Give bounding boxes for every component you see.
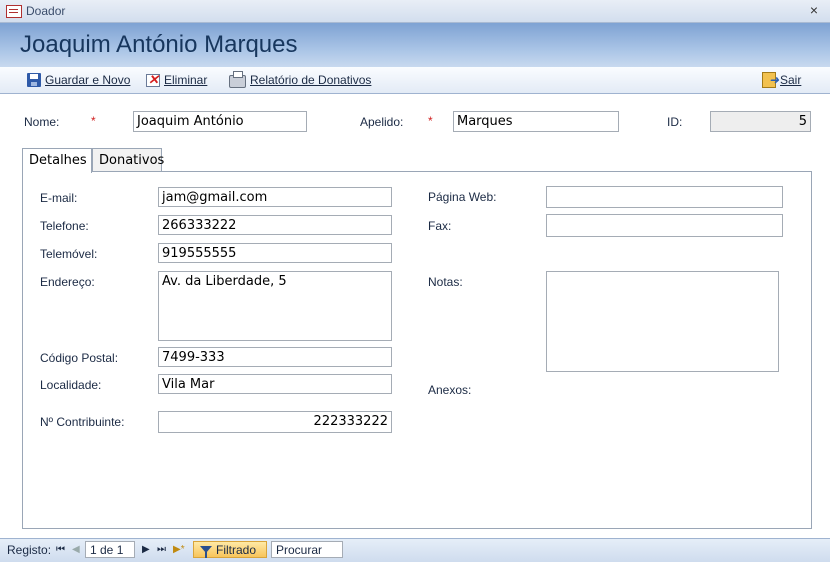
anexos-label: Anexos: <box>428 383 472 397</box>
previous-record-icon[interactable]: ◀ <box>72 544 80 555</box>
codigo-postal-field[interactable]: 7499-333 <box>158 347 392 367</box>
apelido-field[interactable]: Marques <box>453 111 619 132</box>
new-record-icon[interactable]: ▶* <box>173 544 185 555</box>
window-title-bar: Doador × <box>0 0 830 23</box>
window-title: Doador <box>26 4 66 18</box>
delete-icon <box>146 72 160 88</box>
pagina-web-field[interactable] <box>546 186 783 208</box>
id-label: ID: <box>667 115 683 129</box>
telefone-label: Telefone: <box>40 219 89 233</box>
localidade-field[interactable]: Vila Mar <box>158 374 392 394</box>
filter-toggle-button[interactable]: Filtrado <box>193 541 267 558</box>
endereco-label: Endereço: <box>40 275 95 289</box>
required-mark: * <box>91 114 96 128</box>
close-icon[interactable]: × <box>810 2 818 18</box>
telemovel-label: Telemóvel: <box>40 247 98 261</box>
email-label: E-mail: <box>40 191 78 205</box>
toolbar: Guardar e Novo Eliminar Relatório de Don… <box>0 67 830 94</box>
record-position-field[interactable]: 1 de 1 <box>85 541 135 558</box>
nome-label: Nome: <box>24 115 60 129</box>
email-field[interactable]: jam@gmail.com <box>158 187 392 207</box>
page-title: Joaquim António Marques <box>20 31 298 58</box>
last-record-icon[interactable]: ⏭ <box>157 544 166 555</box>
notas-label: Notas: <box>428 275 463 289</box>
nome-field[interactable]: Joaquim António <box>133 111 307 132</box>
exit-button[interactable]: Sair <box>762 71 801 89</box>
codigo-postal-label: Código Postal: <box>40 351 119 365</box>
filter-icon <box>200 546 212 558</box>
next-record-icon[interactable]: ▶ <box>142 544 150 555</box>
record-navigation-bar: Registo: ⏮ ◀ 1 de 1 ▶ ⏭ ▶* Filtrado Proc… <box>0 538 830 562</box>
pagina-web-label: Página Web: <box>428 190 497 204</box>
id-field: 5 <box>710 111 811 132</box>
print-icon <box>229 71 246 88</box>
report-button[interactable]: Relatório de Donativos <box>229 71 371 89</box>
tab-detalhes[interactable]: Detalhes <box>22 148 92 173</box>
telemovel-field[interactable]: 919555555 <box>158 243 392 263</box>
fax-label: Fax: <box>428 219 452 233</box>
required-mark: * <box>428 114 433 128</box>
contribuinte-label: Nº Contribuinte: <box>40 415 125 429</box>
contribuinte-field[interactable]: 222333222 <box>158 411 392 433</box>
notas-field[interactable] <box>546 271 779 372</box>
localidade-label: Localidade: <box>40 378 102 392</box>
save-icon <box>27 73 41 87</box>
first-record-icon[interactable]: ⏮ <box>56 544 65 555</box>
save-new-button[interactable]: Guardar e Novo <box>27 71 130 89</box>
registo-label: Registo: <box>7 543 52 557</box>
telefone-field[interactable]: 266333222 <box>158 215 392 235</box>
endereco-field[interactable]: Av. da Liberdade, 5 <box>158 271 392 341</box>
search-input[interactable]: Procurar <box>271 541 343 558</box>
apelido-label: Apelido: <box>360 115 404 129</box>
form-header: Joaquim António Marques <box>0 23 830 67</box>
form-icon <box>6 5 22 18</box>
delete-button[interactable]: Eliminar <box>146 71 207 89</box>
fax-field[interactable] <box>546 214 783 237</box>
exit-icon <box>762 72 779 88</box>
tab-donativos[interactable]: Donativos <box>92 148 164 172</box>
